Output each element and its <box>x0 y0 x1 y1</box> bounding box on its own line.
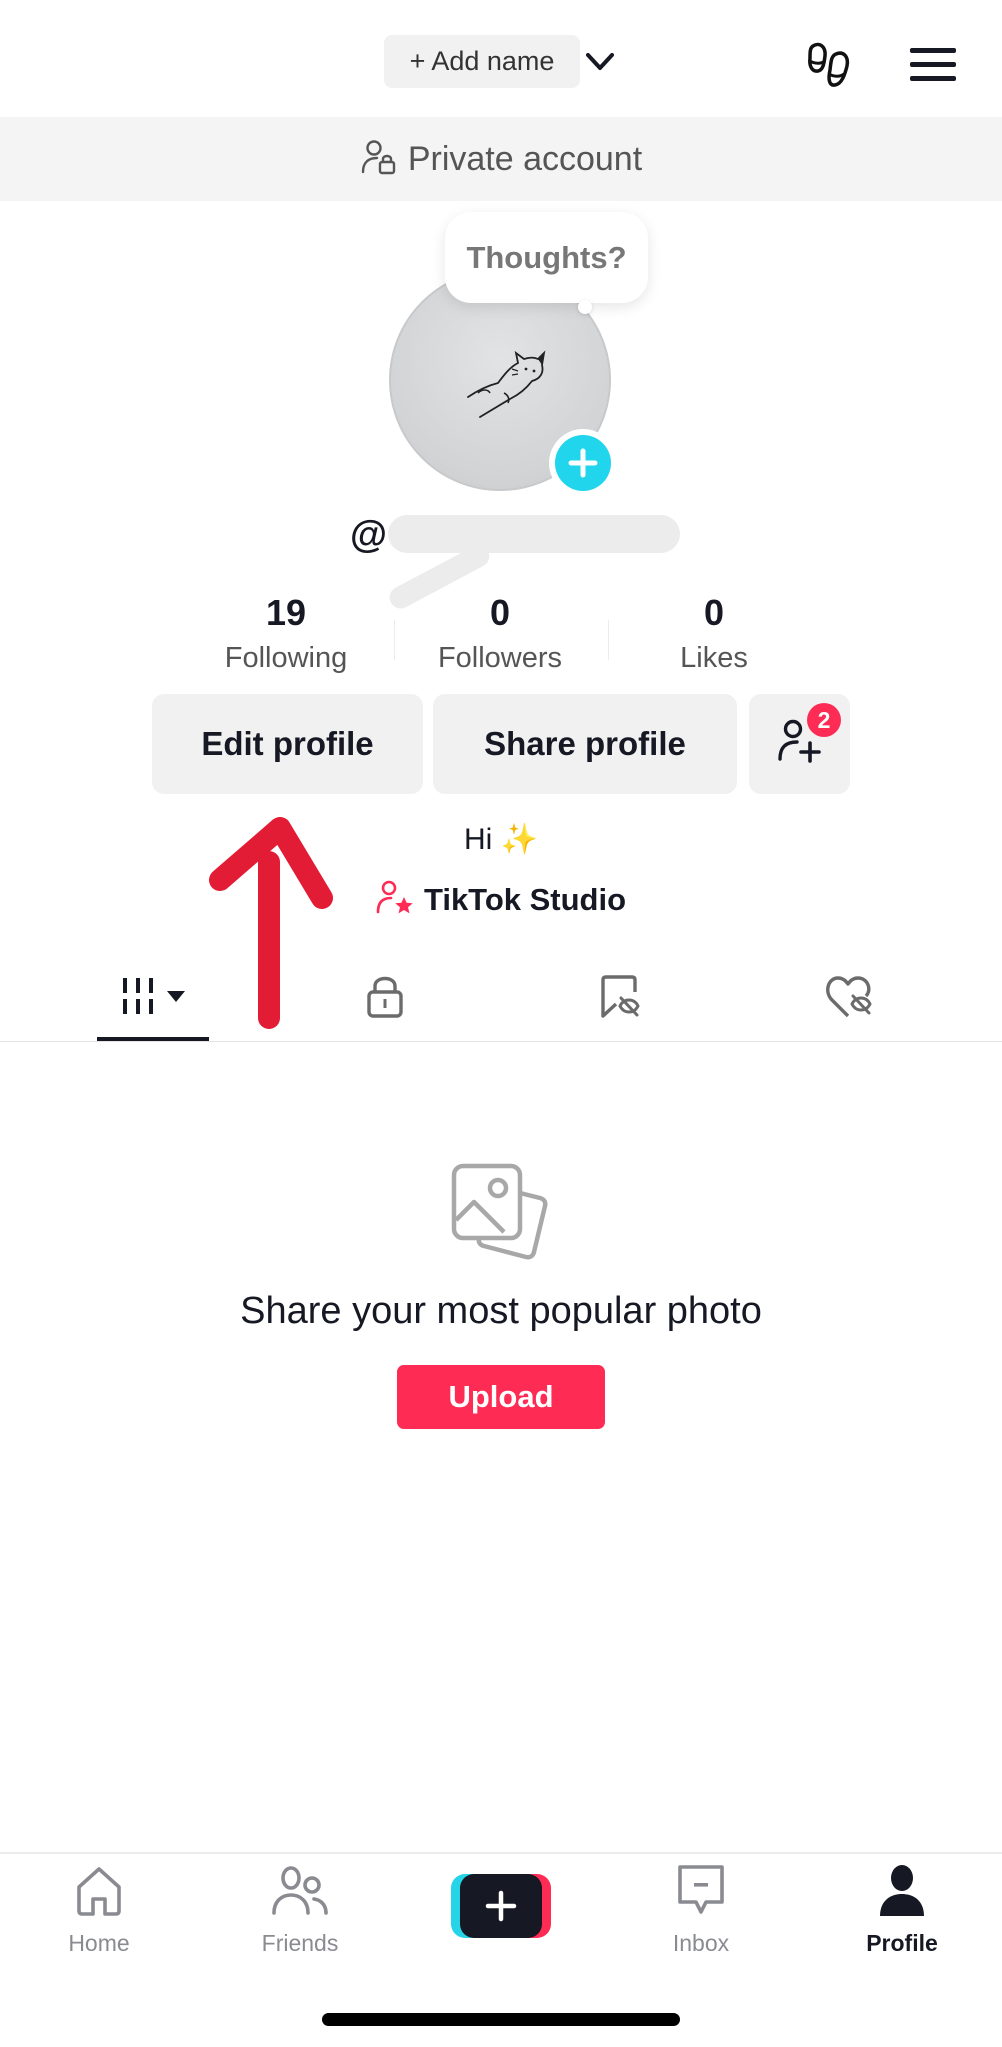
private-account-banner: Private account <box>0 117 1002 201</box>
nav-profile[interactable]: Profile <box>827 1862 977 1962</box>
tab-separator <box>0 1041 1002 1042</box>
empty-state-headline: Share your most popular photo <box>240 1290 762 1332</box>
heart-hidden-icon <box>824 972 876 1025</box>
grid-icon <box>117 974 189 1023</box>
tab-liked[interactable] <box>790 968 910 1028</box>
inbox-icon <box>671 1862 731 1920</box>
footprints-icon[interactable] <box>804 40 854 90</box>
nav-home[interactable]: Home <box>24 1862 174 1962</box>
nav-label: Inbox <box>672 1930 730 1956</box>
chevron-down-icon[interactable] <box>584 48 616 76</box>
stat-divider <box>608 620 609 660</box>
stat-likes[interactable]: 0 Likes <box>614 590 814 678</box>
private-account-label: Private account <box>407 139 643 178</box>
cat-doodle-image <box>460 345 550 425</box>
stat-label: Following <box>224 642 348 674</box>
bottom-nav-border <box>0 1852 1002 1854</box>
home-icon <box>69 1862 129 1920</box>
profile-icon <box>872 1862 932 1920</box>
edit-profile-button[interactable]: Edit profile <box>152 694 423 794</box>
stat-label: Followers <box>437 642 563 674</box>
creator-star-icon <box>376 880 414 919</box>
lock-icon <box>363 972 407 1025</box>
private-account-icon <box>360 138 398 181</box>
stat-following[interactable]: 19 Following <box>186 590 386 678</box>
notification-badge: 2 <box>807 703 841 737</box>
tiktok-studio-label: TikTok Studio <box>423 881 627 917</box>
nav-label: Profile <box>866 1930 938 1956</box>
stat-followers[interactable]: 0 Followers <box>400 590 600 678</box>
upload-button[interactable]: Upload <box>397 1365 605 1429</box>
bio-text: Hi ✨ <box>463 823 539 856</box>
share-profile-button[interactable]: Share profile <box>433 694 737 794</box>
add-photo-button[interactable] <box>549 429 617 497</box>
stat-value: 0 <box>703 592 725 633</box>
nav-label: Home <box>68 1930 130 1956</box>
thoughts-bubble-tail <box>578 300 592 314</box>
tab-private[interactable] <box>325 968 445 1028</box>
bookmark-hidden-icon <box>596 972 644 1025</box>
friends-icon <box>270 1862 330 1920</box>
plus-icon <box>555 435 611 491</box>
tiktok-studio-link[interactable]: TikTok Studio <box>0 880 1002 919</box>
stat-divider <box>394 620 395 660</box>
plus-icon <box>460 1874 542 1938</box>
nav-label: Friends <box>261 1930 339 1956</box>
username-redaction <box>388 515 680 553</box>
create-button[interactable] <box>451 1874 551 1938</box>
nav-inbox[interactable]: Inbox <box>626 1862 776 1962</box>
tab-favorites[interactable] <box>560 968 680 1028</box>
stat-value: 19 <box>265 592 307 633</box>
thoughts-bubble[interactable]: Thoughts? <box>445 212 648 303</box>
nav-friends[interactable]: Friends <box>225 1862 375 1962</box>
username: @ <box>350 514 388 556</box>
add-name-button[interactable]: + Add name <box>384 35 580 88</box>
home-indicator[interactable] <box>322 2013 680 2026</box>
stat-label: Likes <box>680 642 748 674</box>
stat-value: 0 <box>489 592 511 633</box>
tab-videos[interactable] <box>93 968 213 1028</box>
menu-icon[interactable] <box>908 46 958 82</box>
photos-icon <box>448 1160 552 1264</box>
